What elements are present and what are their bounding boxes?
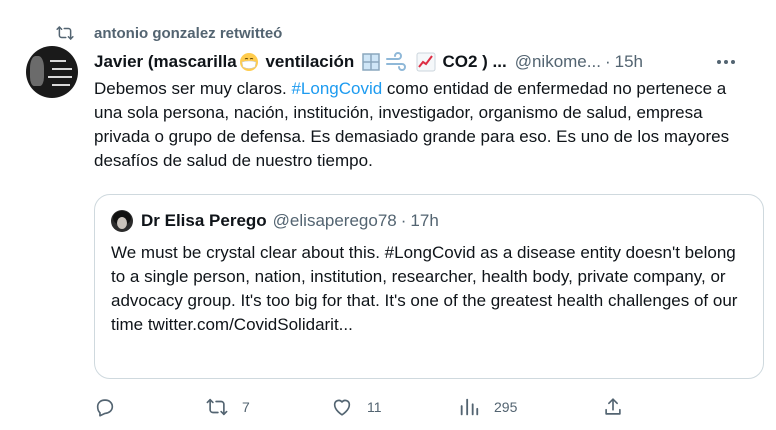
hashtag-link[interactable]: #LongCovid xyxy=(291,79,382,98)
window-emoji-icon xyxy=(362,53,380,71)
author-handle[interactable]: @nikome... xyxy=(515,52,601,72)
share-button[interactable] xyxy=(602,396,624,418)
quoted-author-name: Dr Elisa Perego xyxy=(141,211,267,230)
quoted-tweet-header: Dr Elisa Perego @elisaperego78 · 17h xyxy=(111,209,439,233)
wind-emoji-icon xyxy=(386,52,406,72)
reply-icon xyxy=(96,399,114,417)
tweet-card[interactable]: antonio gonzalez retwitteó Javier (masca… xyxy=(0,0,776,430)
quoted-header-separator: · xyxy=(400,211,407,230)
tweet-text: Debemos ser muy claros. #LongCovid como … xyxy=(94,79,730,170)
quoted-tweet[interactable]: Dr Elisa Perego @elisaperego78 · 17h We … xyxy=(94,194,764,379)
tweet-header: Javier (mascarilla ventilación CO2 ) ... xyxy=(94,50,643,74)
retweet-button[interactable]: 7 xyxy=(206,396,250,418)
like-button[interactable]: 11 xyxy=(331,396,382,418)
view-count: 295 xyxy=(494,399,518,415)
quoted-tweet-text: We must be crystal clear about this. #Lo… xyxy=(111,243,738,334)
tweet-time[interactable]: 15h xyxy=(615,52,643,72)
more-options-icon[interactable] xyxy=(714,52,738,72)
quoted-author-handle: @elisaperego78 xyxy=(272,211,397,230)
mask-emoji-icon xyxy=(239,53,258,72)
retweet-action-icon xyxy=(206,398,228,416)
author-name[interactable]: Javier (mascarilla ventilación CO2 ) ... xyxy=(94,52,507,73)
views-chart-icon xyxy=(460,398,479,416)
views-button[interactable]: 295 xyxy=(458,396,517,418)
reply-button[interactable] xyxy=(94,396,130,418)
share-icon xyxy=(605,398,621,415)
like-count: 11 xyxy=(367,399,382,415)
retweet-context: antonio gonzalez retwitteó xyxy=(56,23,282,43)
retweet-count: 7 xyxy=(242,399,250,415)
author-avatar[interactable] xyxy=(26,46,78,98)
action-bar: 7 11 295 xyxy=(0,394,776,422)
heart-icon xyxy=(333,399,351,416)
quoted-author-avatar xyxy=(111,210,133,232)
header-separator: · xyxy=(604,52,611,71)
quoted-tweet-time: 17h xyxy=(410,211,439,230)
chart-increasing-emoji-icon xyxy=(416,52,436,72)
retweet-icon xyxy=(56,26,74,40)
retweet-context-label[interactable]: antonio gonzalez retwitteó xyxy=(94,25,282,42)
